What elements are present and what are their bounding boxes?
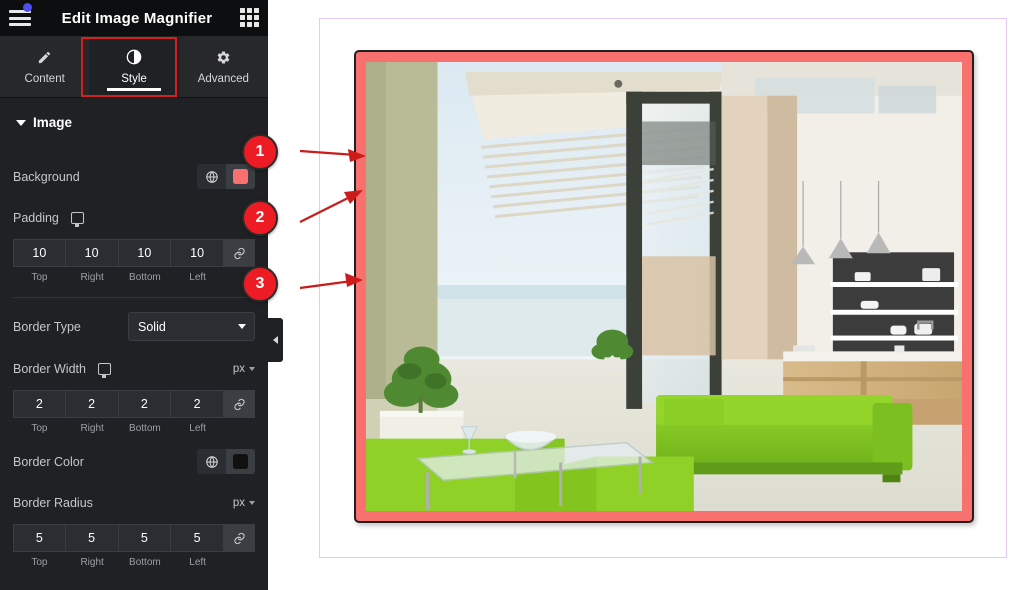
page-title: Edit Image Magnifier [61, 9, 213, 27]
callout-badge-number: 1 [242, 134, 278, 170]
border-radius-unit-selector[interactable]: px [233, 497, 255, 509]
control-border-radius: Border Radius px [13, 489, 255, 516]
tab-content-label: Content [24, 72, 65, 85]
panel-body: Image Background Padding 10 Top 10 Right… [0, 98, 268, 590]
panel-collapse-button[interactable] [268, 318, 283, 362]
border-radius-top: Top [13, 524, 66, 568]
border-color-swatch[interactable] [226, 449, 255, 474]
border-width-right: Right [65, 390, 119, 434]
contrast-half-circle-icon [126, 49, 142, 66]
globe-icon[interactable] [197, 164, 226, 189]
border-width-top-caption: Top [31, 423, 48, 434]
padding-bottom: Bottom [118, 239, 172, 283]
editor-panel: Edit Image Magnifier Content Style Advan… [0, 0, 268, 590]
padding-left: Left [171, 239, 224, 283]
desktop-icon[interactable] [70, 211, 84, 227]
preview-canvas [268, 0, 1024, 590]
background-color-control [197, 164, 255, 189]
hamburger-icon[interactable] [9, 10, 31, 26]
border-radius-right: Right [65, 524, 119, 568]
padding-right-input[interactable] [65, 239, 119, 267]
apps-grid-icon[interactable] [240, 8, 259, 27]
tab-advanced-label: Advanced [197, 72, 249, 85]
border-width-label: Border Width [13, 361, 86, 376]
border-width-left-input[interactable] [171, 390, 224, 418]
border-radius-right-input[interactable] [65, 524, 119, 552]
border-radius-dimension-inputs: Top Right Bottom Left [13, 524, 255, 568]
tab-bar: Content Style Advanced [0, 36, 268, 98]
border-radius-link-icon[interactable] [224, 524, 255, 552]
padding-bottom-caption: Bottom [129, 272, 161, 283]
padding-top-caption: Top [31, 272, 48, 283]
desktop-icon[interactable] [97, 362, 111, 378]
border-width-bottom: Bottom [118, 390, 172, 434]
border-width-left-caption: Left [189, 423, 206, 434]
callout-badge-number: 3 [242, 266, 278, 302]
border-radius-left-caption: Left [189, 557, 206, 568]
callout-badge-number: 2 [242, 200, 278, 236]
border-width-left: Left [171, 390, 224, 434]
globe-icon[interactable] [197, 449, 226, 474]
background-swatch-fill [233, 169, 248, 184]
control-border-type: Border Type Solid [13, 312, 255, 341]
gear-icon [216, 49, 231, 66]
tab-content[interactable]: Content [0, 36, 89, 97]
background-label: Background [13, 169, 80, 184]
control-padding: Padding [13, 204, 255, 231]
divider [13, 297, 255, 298]
border-width-right-input[interactable] [65, 390, 119, 418]
chevron-down-icon [249, 366, 255, 371]
border-radius-bottom-input[interactable] [118, 524, 172, 552]
border-width-dimension-inputs: Top Right Bottom Left [13, 390, 255, 434]
border-color-control [197, 449, 255, 474]
padding-top-input[interactable] [13, 239, 66, 267]
control-border-width: Border Width px [13, 355, 255, 382]
border-type-select[interactable]: Solid [128, 312, 255, 341]
border-width-bottom-input[interactable] [118, 390, 172, 418]
border-width-unit-selector[interactable]: px [233, 363, 255, 375]
padding-top: Top [13, 239, 66, 283]
chevron-down-icon [249, 500, 255, 505]
pencil-icon [37, 49, 52, 66]
caret-down-icon [16, 119, 26, 126]
control-opacity: Opacity (%) [13, 582, 255, 590]
tab-style-label: Style [121, 72, 147, 85]
chevron-left-icon [273, 336, 278, 344]
padding-link-icon[interactable] [224, 239, 255, 267]
border-width-top: Top [13, 390, 66, 434]
border-width-top-input[interactable] [13, 390, 66, 418]
border-width-link-icon[interactable] [224, 390, 255, 418]
border-color-label: Border Color [13, 454, 84, 469]
border-radius-top-input[interactable] [13, 524, 66, 552]
padding-left-caption: Left [189, 272, 206, 283]
border-radius-left-input[interactable] [171, 524, 224, 552]
border-radius-top-caption: Top [31, 557, 48, 568]
border-radius-unit-label: px [232, 496, 245, 509]
border-radius-left: Left [171, 524, 224, 568]
section-title: Image [33, 115, 73, 130]
padding-right: Right [65, 239, 119, 283]
padding-dimension-inputs: Top Right Bottom Left [13, 239, 255, 283]
border-radius-label: Border Radius [13, 495, 93, 510]
padding-right-caption: Right [80, 272, 104, 283]
border-width-bottom-caption: Bottom [129, 423, 161, 434]
padding-left-input[interactable] [171, 239, 224, 267]
callout-arrows [299, 149, 366, 290]
section-header-image[interactable]: Image [13, 98, 255, 145]
tab-style[interactable]: Style [89, 36, 179, 97]
border-radius-bottom: Bottom [118, 524, 172, 568]
control-border-color: Border Color [13, 448, 255, 475]
border-swatch-fill [233, 454, 248, 469]
border-width-unit-label: px [232, 362, 245, 375]
tab-advanced[interactable]: Advanced [179, 36, 268, 97]
padding-bottom-input[interactable] [118, 239, 172, 267]
control-background: Background [13, 163, 255, 190]
border-radius-right-caption: Right [80, 557, 104, 568]
border-radius-bottom-caption: Bottom [129, 557, 161, 568]
border-width-right-caption: Right [80, 423, 104, 434]
border-type-label: Border Type [13, 319, 81, 334]
padding-label: Padding [13, 210, 59, 225]
panel-header: Edit Image Magnifier [0, 0, 268, 36]
notification-dot-icon [23, 3, 32, 12]
